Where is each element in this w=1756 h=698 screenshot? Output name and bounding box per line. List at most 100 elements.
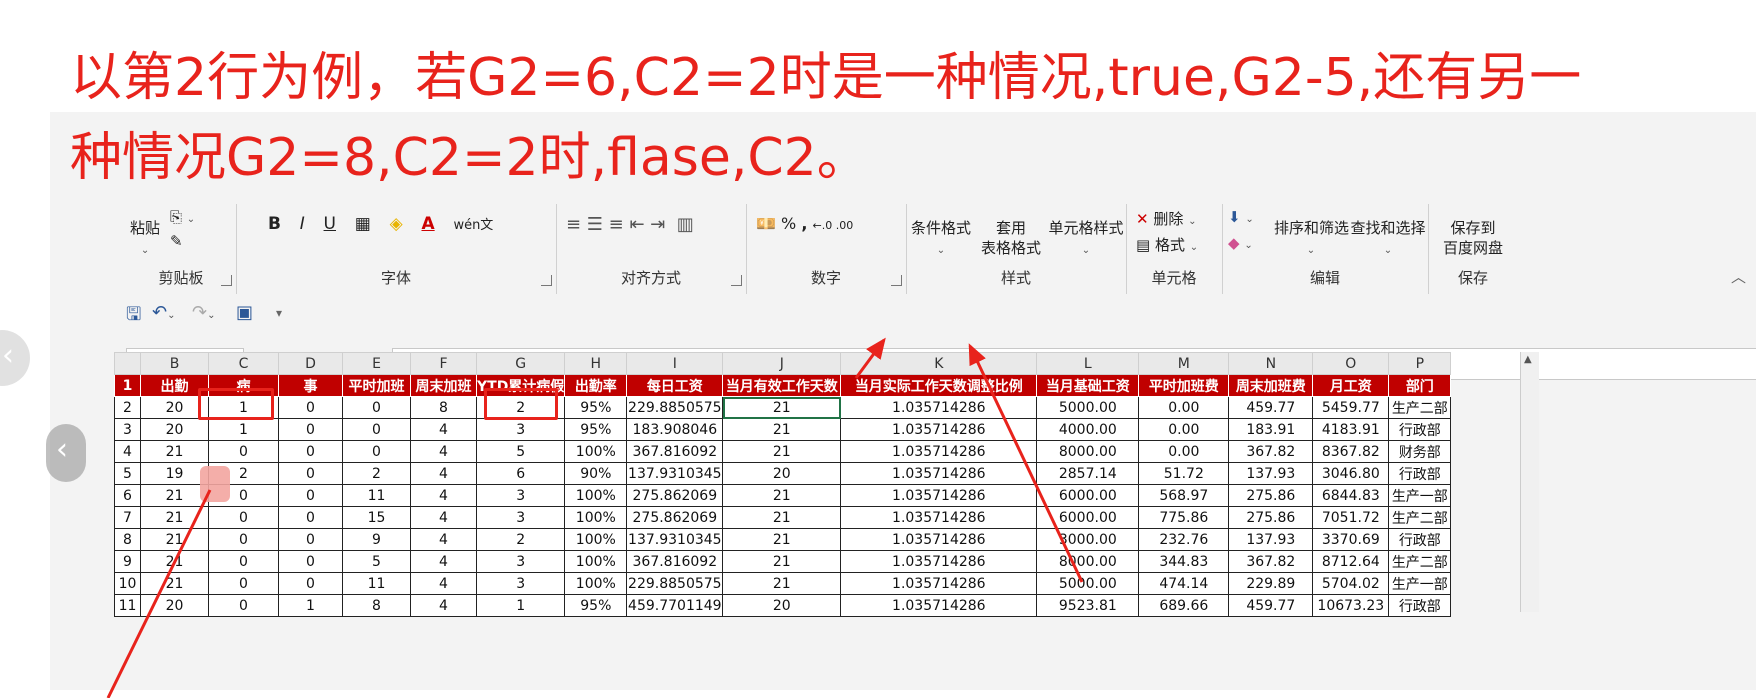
column-header[interactable]: L <box>1036 352 1140 375</box>
row-header[interactable]: 1 <box>114 374 141 397</box>
alignment-launcher-icon[interactable] <box>731 275 742 286</box>
data-cell[interactable]: 0 <box>208 550 279 573</box>
format-as-table-button[interactable]: 套用 表格格式 <box>976 218 1046 258</box>
data-cell[interactable]: 275.86 <box>1228 484 1314 507</box>
data-cell[interactable]: 367.816092 <box>626 550 724 573</box>
number-launcher-icon[interactable] <box>891 275 902 286</box>
row-header[interactable]: 8 <box>114 528 141 551</box>
data-cell[interactable]: 275.862069 <box>626 506 724 529</box>
percent-button[interactable]: % <box>781 214 796 233</box>
comma-button[interactable]: , <box>801 214 807 233</box>
data-cell[interactable]: 474.14 <box>1138 572 1230 595</box>
select-all-corner[interactable] <box>114 352 141 375</box>
customize-qat-icon[interactable]: ▾ <box>276 306 282 320</box>
data-cell[interactable]: 275.862069 <box>626 484 724 507</box>
format-button[interactable]: ▤ 格式 ⌄ <box>1136 234 1198 255</box>
copy-icon[interactable]: ⎘ ⌄ <box>170 208 195 226</box>
data-cell[interactable]: 1 <box>278 594 343 617</box>
header-cell[interactable]: 月工资 <box>1312 374 1390 397</box>
data-cell[interactable]: 8000.00 <box>1036 550 1140 573</box>
vertical-scrollbar[interactable]: ▲ <box>1520 352 1539 612</box>
column-header[interactable]: H <box>564 352 628 375</box>
column-header[interactable]: G <box>475 352 566 375</box>
data-cell[interactable]: 生产二部 <box>1388 506 1452 529</box>
data-cell[interactable]: 137.93 <box>1228 528 1314 551</box>
data-cell[interactable]: 0 <box>342 396 411 419</box>
header-cell[interactable]: 平时加班 <box>342 374 411 397</box>
header-cell[interactable]: 事 <box>278 374 343 397</box>
data-cell[interactable]: 20 <box>722 594 842 617</box>
data-cell[interactable]: 4 <box>410 440 477 463</box>
row-header[interactable]: 10 <box>114 572 141 595</box>
data-cell[interactable]: 137.93 <box>1228 462 1314 485</box>
data-cell[interactable]: 100% <box>564 572 628 595</box>
header-cell[interactable]: 周末加班费 <box>1228 374 1314 397</box>
row-header[interactable]: 7 <box>114 506 141 529</box>
data-cell[interactable]: 5000.00 <box>1036 572 1140 595</box>
data-cell[interactable]: 1.035714286 <box>840 484 1038 507</box>
data-cell[interactable]: 3 <box>475 506 566 529</box>
data-cell[interactable]: 6000.00 <box>1036 506 1140 529</box>
data-cell[interactable]: 0 <box>208 528 279 551</box>
italic-button[interactable]: I <box>300 214 305 234</box>
header-cell[interactable]: 每日工资 <box>626 374 724 397</box>
data-cell[interactable]: 367.82 <box>1228 440 1314 463</box>
data-cell[interactable]: 21 <box>140 528 209 551</box>
data-cell[interactable]: 10673.23 <box>1312 594 1390 617</box>
data-cell[interactable]: 0 <box>278 462 343 485</box>
data-cell[interactable]: 95% <box>564 396 628 419</box>
format-painter-icon[interactable]: ✎ <box>170 232 183 250</box>
data-cell[interactable]: 11 <box>342 484 411 507</box>
data-cell[interactable]: 7051.72 <box>1312 506 1390 529</box>
data-cell[interactable]: 行政部 <box>1388 418 1452 441</box>
column-header[interactable]: I <box>626 352 724 375</box>
clear-icon[interactable]: ◆ ⌄ <box>1228 234 1253 252</box>
data-cell[interactable]: 4 <box>410 506 477 529</box>
data-cell[interactable]: 21 <box>140 572 209 595</box>
paste-button[interactable]: 粘贴 ⌄ <box>130 218 160 261</box>
underline-button[interactable]: U <box>324 214 336 234</box>
sort-filter-button[interactable]: 排序和筛选 ⌄ <box>1274 218 1349 261</box>
data-cell[interactable]: 1.035714286 <box>840 550 1038 573</box>
data-cell[interactable]: 137.9310345 <box>626 462 724 485</box>
save-to-baidu-button[interactable]: 保存到 百度网盘 <box>1428 218 1518 258</box>
collapse-ribbon-icon[interactable]: ︿ <box>1731 266 1746 287</box>
data-cell[interactable]: 21 <box>722 528 842 551</box>
row-header[interactable]: 6 <box>114 484 141 507</box>
data-cell[interactable]: 344.83 <box>1138 550 1230 573</box>
row-header[interactable]: 5 <box>114 462 141 485</box>
data-cell[interactable]: 0 <box>278 484 343 507</box>
find-select-button[interactable]: 查找和选择 ⌄ <box>1348 218 1428 261</box>
data-cell[interactable]: 90% <box>564 462 628 485</box>
data-cell[interactable]: 229.8850575 <box>626 396 724 419</box>
data-cell[interactable]: 8367.82 <box>1312 440 1390 463</box>
undo-icon[interactable]: ↶ ⌄ <box>152 302 175 323</box>
row-header[interactable]: 2 <box>114 396 141 419</box>
data-cell[interactable]: 2857.14 <box>1036 462 1140 485</box>
data-cell[interactable]: 275.86 <box>1228 506 1314 529</box>
data-cell[interactable]: 2 <box>475 528 566 551</box>
font-color-icon[interactable]: A <box>421 214 434 234</box>
data-cell[interactable]: 95% <box>564 418 628 441</box>
data-cell[interactable]: 459.77 <box>1228 396 1314 419</box>
delete-button[interactable]: ✕ 删除 ⌄ <box>1136 208 1197 229</box>
phonetic-icon[interactable]: wén文 <box>453 214 493 233</box>
data-cell[interactable]: 1.035714286 <box>840 594 1038 617</box>
data-cell[interactable]: 100% <box>564 440 628 463</box>
data-cell[interactable]: 2 <box>342 462 411 485</box>
header-cell[interactable]: 部门 <box>1388 374 1452 397</box>
data-cell[interactable]: 4 <box>410 484 477 507</box>
column-header[interactable]: J <box>722 352 842 375</box>
data-cell[interactable]: 0.00 <box>1138 396 1230 419</box>
conditional-format-button[interactable]: 条件格式 ⌄ <box>906 218 976 261</box>
data-cell[interactable]: 1.035714286 <box>840 462 1038 485</box>
font-launcher-icon[interactable] <box>541 275 552 286</box>
data-cell[interactable]: 367.816092 <box>626 440 724 463</box>
data-cell[interactable]: 367.82 <box>1228 550 1314 573</box>
data-cell[interactable]: 1.035714286 <box>840 396 1038 419</box>
data-cell[interactable]: 21 <box>722 550 842 573</box>
prev-nav-button[interactable]: ‹ <box>0 330 30 386</box>
data-cell[interactable]: 21 <box>722 440 842 463</box>
data-cell[interactable]: 4000.00 <box>1036 418 1140 441</box>
data-cell[interactable]: 21 <box>140 550 209 573</box>
